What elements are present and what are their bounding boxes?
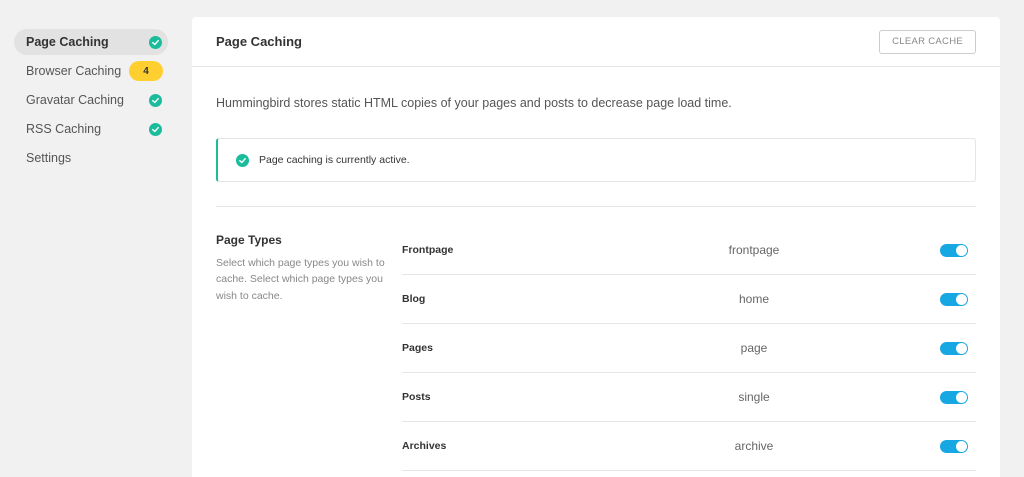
page-types-list: Frontpage frontpage Blog home Pages page… <box>402 226 976 471</box>
status-notice: Page caching is currently active. <box>216 138 976 182</box>
page-type-slug: archive <box>734 439 774 453</box>
section-description: Select which page types you wish to cach… <box>216 257 385 302</box>
sidebar-item-label: Browser Caching <box>26 64 122 78</box>
page-type-toggle[interactable] <box>940 341 968 355</box>
page-type-row-blog: Blog home <box>402 275 976 324</box>
page-type-row-pages: Pages page <box>402 324 976 373</box>
sidebar-nav: Page Caching Browser Caching 4 Gravatar … <box>14 29 168 174</box>
sidebar-item-label: Page Caching <box>26 35 109 49</box>
toggle-knob <box>956 293 967 305</box>
page-type-name: Blog <box>402 293 426 305</box>
page-types-section: Page Types Select which page types you w… <box>216 233 976 471</box>
check-circle-icon <box>236 153 249 167</box>
panel-header: Page Caching CLEAR CACHE <box>192 17 1000 67</box>
sidebar-item-settings[interactable]: Settings <box>14 145 168 171</box>
page-caching-panel: Page Caching CLEAR CACHE Hummingbird sto… <box>192 17 1000 477</box>
clear-cache-button[interactable]: CLEAR CACHE <box>879 29 976 54</box>
notice-text: Page caching is currently active. <box>259 154 410 166</box>
page-type-slug: single <box>738 390 770 404</box>
sidebar-item-page-caching[interactable]: Page Caching <box>14 29 168 55</box>
intro-text: Hummingbird stores static HTML copies of… <box>216 96 732 110</box>
page-type-toggle[interactable] <box>940 390 968 404</box>
sidebar-item-label: Settings <box>26 151 72 165</box>
section-title: Page Types <box>216 233 282 247</box>
page-type-toggle[interactable] <box>940 439 968 453</box>
page-type-row-archives: Archives archive <box>402 422 976 471</box>
sidebar-item-label: Gravatar Caching <box>26 93 124 107</box>
check-circle-icon <box>149 122 162 136</box>
divider <box>216 206 976 207</box>
page-type-slug: home <box>738 292 770 306</box>
page-type-name: Posts <box>402 391 431 403</box>
page-type-slug: page <box>740 341 768 355</box>
toggle-knob <box>956 440 967 452</box>
toggle-knob <box>956 244 967 256</box>
check-circle-icon <box>149 93 162 107</box>
page-type-row-frontpage: Frontpage frontpage <box>402 226 976 275</box>
page-type-row-posts: Posts single <box>402 373 976 422</box>
sidebar-item-rss-caching[interactable]: RSS Caching <box>14 116 168 142</box>
page-type-toggle[interactable] <box>940 243 968 257</box>
panel-title: Page Caching <box>216 34 302 49</box>
issue-count-badge: 4 <box>129 61 163 81</box>
sidebar-item-label: RSS Caching <box>26 122 102 136</box>
toggle-knob <box>956 342 967 354</box>
page-type-slug: frontpage <box>728 243 780 257</box>
toggle-knob <box>956 391 967 403</box>
page-type-toggle[interactable] <box>940 292 968 306</box>
page-type-name: Frontpage <box>402 244 454 256</box>
check-circle-icon <box>149 35 162 49</box>
sidebar-item-gravatar-caching[interactable]: Gravatar Caching <box>14 87 168 113</box>
page-type-name: Archives <box>402 440 447 452</box>
page-type-name: Pages <box>402 342 433 354</box>
sidebar-item-browser-caching[interactable]: Browser Caching 4 <box>14 58 168 84</box>
